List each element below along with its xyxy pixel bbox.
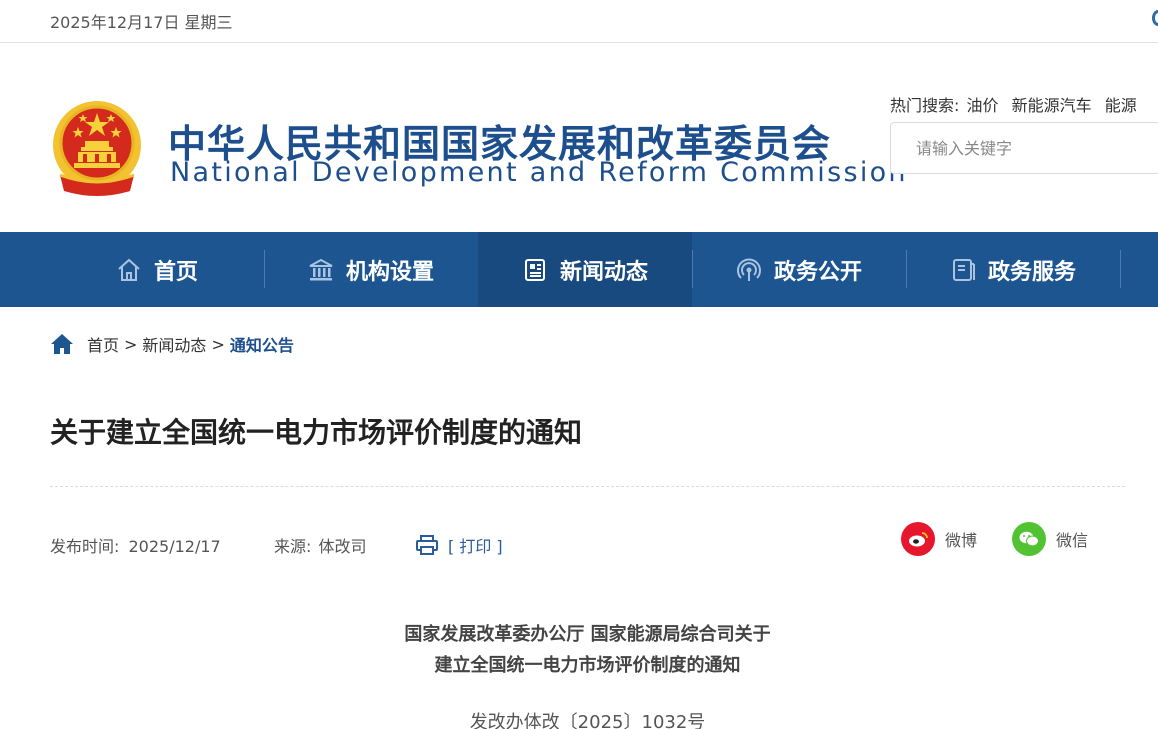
- nav-item-label: 政务公开: [773, 259, 862, 285]
- publish-label: 发布时间:: [50, 537, 120, 556]
- document-icon: [950, 257, 976, 283]
- nav-item-label: 政务服务: [987, 259, 1076, 285]
- broadcast-icon: [736, 257, 762, 283]
- nav-item-home[interactable]: 首页: [50, 232, 264, 307]
- printer-icon: [416, 535, 438, 555]
- nav-item-news[interactable]: 新闻动态: [478, 232, 692, 307]
- source-info: 来源: 体改司: [274, 533, 367, 557]
- publish-date: 2025/12/17: [128, 537, 221, 556]
- search-box: [890, 122, 1158, 174]
- source-label: 来源:: [274, 537, 312, 556]
- document-number: 发改办体改〔2025〕1032号: [469, 712, 706, 729]
- hot-search-label: 热门搜索:: [890, 96, 960, 115]
- news-icon: [522, 257, 548, 283]
- nav-divider: [1120, 250, 1121, 288]
- print-label: [ 打印 ]: [448, 537, 503, 556]
- institution-icon: [308, 257, 334, 283]
- nav-item-label: 新闻动态: [559, 259, 648, 285]
- current-date: 2025年12月17日 星期三: [50, 13, 233, 32]
- hot-search-link[interactable]: 油价: [967, 96, 999, 115]
- share-weibo-label: 微博: [945, 531, 978, 550]
- breadcrumb-home-link[interactable]: 首页: [87, 332, 119, 356]
- breadcrumb-section-link[interactable]: 新闻动态: [142, 332, 206, 356]
- document-heading-line: 国家发展改革委办公厅 国家能源局综合司关于: [404, 624, 771, 645]
- article-title: 关于建立全国统一电力市场评价制度的通知: [50, 416, 583, 449]
- partial-icon[interactable]: [1152, 10, 1158, 26]
- hot-search-link[interactable]: 新能源汽车: [1012, 96, 1092, 115]
- main-nav: 首页 机构设置 新闻动态 政务公开 政务服务: [0, 232, 1158, 307]
- hot-search-link[interactable]: 能源: [1105, 96, 1137, 115]
- breadcrumb-separator: >: [124, 334, 138, 354]
- document-heading-line: 建立全国统一电力市场评价制度的通知: [434, 655, 741, 676]
- site-title-english: National Development and Reform Commissi…: [170, 157, 908, 188]
- source-value: 体改司: [318, 537, 367, 556]
- breadcrumb: 首页 > 新闻动态 > 通知公告: [50, 332, 294, 356]
- print-button[interactable]: [ 打印 ]: [416, 533, 503, 557]
- nav-item-label: 首页: [153, 259, 198, 285]
- share-wechat-label: 微信: [1056, 531, 1089, 550]
- home-outline-icon: [116, 257, 142, 283]
- search-input[interactable]: [891, 123, 1158, 173]
- nav-item-label: 机构设置: [345, 259, 434, 285]
- home-icon[interactable]: [50, 333, 74, 355]
- hot-search: 热门搜索: 油价 新能源汽车 能源: [890, 92, 1145, 116]
- wechat-icon: [1012, 522, 1046, 556]
- breadcrumb-separator: >: [211, 334, 225, 354]
- share-wechat-button[interactable]: 微信: [1012, 522, 1088, 556]
- nav-item-services[interactable]: 政务服务: [906, 232, 1120, 307]
- divider: [50, 486, 1125, 487]
- nav-item-government-affairs[interactable]: 政务公开: [692, 232, 906, 307]
- weibo-icon: [901, 522, 935, 556]
- top-bar: 2025年12月17日 星期三: [0, 0, 1158, 43]
- breadcrumb-current[interactable]: 通知公告: [230, 332, 294, 356]
- nav-item-institutions[interactable]: 机构设置: [264, 232, 478, 307]
- national-emblem-logo: [53, 101, 141, 196]
- publish-info: 发布时间: 2025/12/17: [50, 533, 221, 557]
- share-weibo-button[interactable]: 微博: [901, 522, 977, 556]
